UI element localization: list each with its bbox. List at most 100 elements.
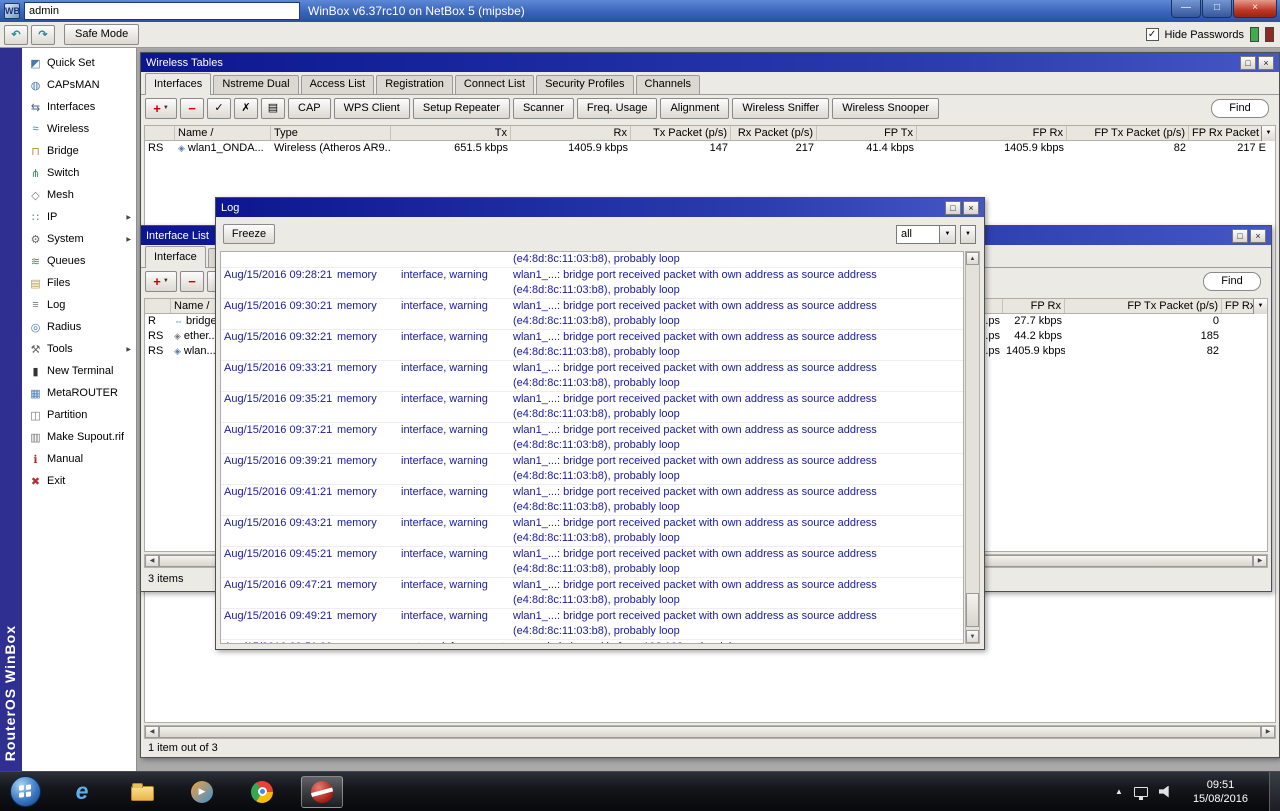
log-filter-extra-button[interactable]: ▼ xyxy=(960,225,976,244)
log-entry[interactable]: Aug/15/2016 09:47:21 memory interface, war… xyxy=(221,578,963,609)
setup-repeater-button[interactable]: Setup Repeater xyxy=(412,98,510,119)
winbox-taskbar-button[interactable] xyxy=(301,775,343,808)
log-entry[interactable]: Aug/15/2016 09:49:21 memory interface, war… xyxy=(221,609,963,640)
interface-column-select-button[interactable]: ▼ xyxy=(1253,299,1267,314)
interface-find-button[interactable]: Find xyxy=(1203,272,1261,291)
add-button[interactable]: + ▼ xyxy=(145,98,177,119)
close-button[interactable]: × xyxy=(1233,0,1277,18)
sidebar-item-capsman[interactable]: ◍ CAPsMAN xyxy=(22,74,136,96)
log-row[interactable]: (e4:8d:8c:11:03:b8), probably loop xyxy=(221,376,963,391)
chrome-taskbar-button[interactable] xyxy=(241,776,283,808)
log-entry[interactable]: Aug/15/2016 09:33:21 memory interface, war… xyxy=(221,361,963,392)
log-maximize-button[interactable]: □ xyxy=(945,200,961,215)
redo-button[interactable]: ↷ xyxy=(31,24,55,45)
disable-button[interactable]: ✗ xyxy=(234,98,258,119)
cap-button[interactable]: CAP xyxy=(288,98,331,119)
undo-button[interactable]: ↶ xyxy=(4,24,28,45)
scroll-right-icon[interactable]: ▶ xyxy=(1261,726,1275,738)
log-row[interactable]: Aug/15/2016 09:43:21 memory interface, war… xyxy=(221,516,963,531)
wireless-tables-titlebar[interactable]: Wireless Tables □ × xyxy=(141,53,1279,72)
sidebar-item-interfaces[interactable]: ⇆ Interfaces xyxy=(22,96,136,118)
wireless-header-fp-rx[interactable]: FP Rx xyxy=(917,126,1067,140)
sidebar-item-tools[interactable]: ⚒ Tools ▶ xyxy=(22,338,136,360)
log-row[interactable]: (e4:8d:8c:11:03:b8), probably loop xyxy=(221,531,963,546)
log-close-button[interactable]: × xyxy=(963,200,979,215)
wireless-tab-channels[interactable]: Channels xyxy=(635,75,701,94)
log-entry[interactable]: Aug/15/2016 09:43:21 memory interface, war… xyxy=(221,516,963,547)
sidebar-item-system[interactable]: ⚙ System ▶ xyxy=(22,228,136,250)
minimize-button[interactable]: — xyxy=(1171,0,1201,18)
sidebar-item-make-supout-rif[interactable]: ▥ Make Supout.rif xyxy=(22,426,136,448)
scroll-down-icon[interactable]: ▼ xyxy=(966,630,979,643)
wireless-maximize-button[interactable]: □ xyxy=(1240,55,1256,70)
log-filter-dropdown-icon[interactable]: ▼ xyxy=(940,225,956,244)
start-button[interactable] xyxy=(10,776,41,807)
sidebar-item-queues[interactable]: ≋ Queues xyxy=(22,250,136,272)
freq-usage-button[interactable]: Freq. Usage xyxy=(576,98,658,119)
log-row[interactable]: Aug/15/2016 09:47:21 memory interface, war… xyxy=(221,578,963,593)
log-row[interactable]: (e4:8d:8c:11:03:b8), probably loop xyxy=(221,252,963,267)
log-titlebar[interactable]: Log □ × xyxy=(216,198,984,217)
wireless-tab-security-profiles[interactable]: Security Profiles xyxy=(536,75,634,94)
wireless-find-button[interactable]: Find xyxy=(1211,99,1269,118)
sidebar-item-wireless[interactable]: ≈ Wireless xyxy=(22,118,136,140)
wireless-tab-interfaces[interactable]: Interfaces xyxy=(145,73,212,95)
sidebar-item-partition[interactable]: ◫ Partition xyxy=(22,404,136,426)
log-row[interactable]: (e4:8d:8c:11:03:b8), probably loop xyxy=(221,438,963,453)
log-entry[interactable]: Aug/15/2016 09:35:21 memory interface, war… xyxy=(221,392,963,423)
log-row[interactable]: (e4:8d:8c:11:03:b8), probably loop xyxy=(221,624,963,639)
sidebar-item-ip[interactable]: ∷ IP ▶ xyxy=(22,206,136,228)
wireless-header-name[interactable]: Name / xyxy=(175,126,271,140)
log-entry[interactable]: Aug/15/2016 09:51:09memorysystem, info, … xyxy=(221,640,963,643)
log-vscroll-thumb[interactable] xyxy=(966,593,979,627)
maximize-button[interactable]: □ xyxy=(1202,0,1232,18)
log-entry[interactable]: Aug/15/2016 09:32:21 memory interface, war… xyxy=(221,330,963,361)
log-row[interactable]: (e4:8d:8c:11:03:b8), probably loop xyxy=(221,407,963,422)
log-row[interactable]: Aug/15/2016 09:30:21 memory interface, war… xyxy=(221,299,963,314)
log-row[interactable]: Aug/15/2016 09:49:21 memory interface, war… xyxy=(221,609,963,624)
volume-icon[interactable] xyxy=(1158,785,1169,798)
scanner-button[interactable]: Scanner xyxy=(512,98,574,119)
freeze-button[interactable]: Freeze xyxy=(223,224,275,244)
log-row[interactable]: Aug/15/2016 09:39:21 memory interface, war… xyxy=(221,454,963,469)
sidebar-item-quick-set[interactable]: ◩ Quick Set xyxy=(22,52,136,74)
interface-tab-interface[interactable]: Interface xyxy=(145,246,206,268)
log-entry[interactable]: Aug/15/2016 09:30:21 memory interface, war… xyxy=(221,299,963,330)
wireless-close-button[interactable]: × xyxy=(1258,55,1274,70)
log-entry[interactable]: Aug/15/2016 09:45:21 memory interface, war… xyxy=(221,547,963,578)
scroll-right-icon[interactable]: ▶ xyxy=(1253,555,1267,567)
log-row[interactable]: Aug/15/2016 09:41:21 memory interface, war… xyxy=(221,485,963,500)
interface-add-button[interactable]: + ▼ xyxy=(145,271,177,292)
media-player-taskbar-button[interactable]: ▶ xyxy=(181,776,223,808)
file-explorer-taskbar-button[interactable] xyxy=(121,776,163,808)
network-icon[interactable] xyxy=(1133,786,1148,800)
sidebar-item-switch[interactable]: ⋔ Switch xyxy=(22,162,136,184)
sidebar-item-metarouter[interactable]: ▦ MetaROUTER xyxy=(22,382,136,404)
interface-header-flags[interactable] xyxy=(145,299,171,313)
log-row[interactable]: Aug/15/2016 09:32:21 memory interface, war… xyxy=(221,330,963,345)
wireless-snooper-button[interactable]: Wireless Snooper xyxy=(832,98,940,119)
internet-explorer-taskbar-button[interactable]: e xyxy=(61,776,103,808)
safe-mode-button[interactable]: Safe Mode xyxy=(64,24,140,45)
log-row[interactable]: Aug/15/2016 09:37:21 memory interface, war… xyxy=(221,423,963,438)
taskbar-clock[interactable]: 09:51 15/08/2016 xyxy=(1183,778,1258,806)
session-user-input[interactable] xyxy=(24,2,300,20)
scroll-left-icon[interactable]: ◀ xyxy=(145,726,159,738)
sidebar-item-files[interactable]: ▤ Files xyxy=(22,272,136,294)
log-filter-combo[interactable]: all ▼ xyxy=(896,225,956,244)
wireless-sniffer-button[interactable]: Wireless Sniffer xyxy=(732,98,830,119)
wireless-header-fp-tx-packet-p-s[interactable]: FP Tx Packet (p/s) xyxy=(1067,126,1189,140)
alignment-button[interactable]: Alignment xyxy=(660,98,730,119)
wireless-hscroll-thumb[interactable] xyxy=(159,726,1261,738)
log-entry[interactable]: Aug/15/2016 09:39:21 memory interface, war… xyxy=(221,454,963,485)
wireless-header-rx-packet-p-s[interactable]: Rx Packet (p/s) xyxy=(731,126,817,140)
log-row[interactable]: (e4:8d:8c:11:03:b8), probably loop xyxy=(221,500,963,515)
wireless-header-tx[interactable]: Tx xyxy=(391,126,511,140)
log-entry[interactable]: Aug/15/2016 09:37:21 memory interface, war… xyxy=(221,423,963,454)
log-row[interactable]: Aug/15/2016 09:28:21 memory interface, war… xyxy=(221,268,963,283)
wps-client-button[interactable]: WPS Client xyxy=(333,98,410,119)
wireless-hscrollbar[interactable]: ◀ ▶ xyxy=(144,725,1276,739)
scroll-up-icon[interactable]: ▲ xyxy=(966,252,979,265)
tray-expand-icon[interactable]: ▲ xyxy=(1115,787,1123,796)
wireless-header-flags[interactable] xyxy=(145,126,175,140)
